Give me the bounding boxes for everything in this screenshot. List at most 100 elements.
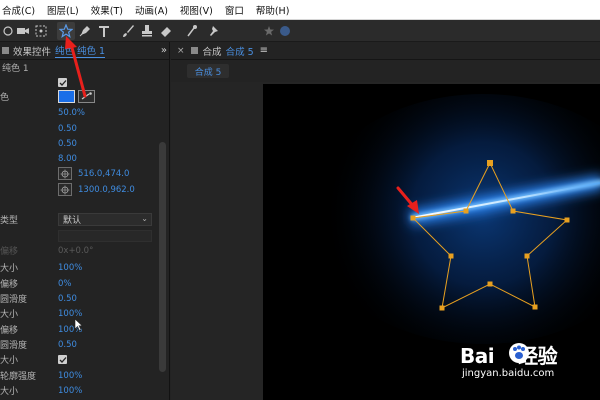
panel-overflow-icon[interactable]: » [161, 45, 167, 56]
menu-window[interactable]: 窗口 [225, 3, 244, 17]
composition-header: × 合成 合成 5 ≡ [171, 42, 600, 60]
point-value[interactable]: 1300.0,962.0 [78, 185, 135, 195]
property-value[interactable]: 0.50 [58, 124, 77, 134]
type-dropdown[interactable]: 默认 ⌄ [58, 213, 152, 226]
property-row: 0.50 [0, 136, 158, 151]
puppet-pin-tool[interactable] [205, 22, 223, 40]
property-value[interactable]: 0% [58, 279, 72, 289]
property-label: 圆滑度 [0, 295, 28, 305]
star-vertex[interactable] [410, 215, 416, 221]
star-vertex[interactable] [510, 208, 516, 214]
glow-halo [308, 94, 600, 344]
star-vertex[interactable] [463, 208, 469, 214]
shape-extra-tool[interactable] [276, 22, 294, 40]
effect-controls-layer-tab[interactable]: 纯色 纯色 1 [55, 43, 106, 58]
property-row: 轮廓强度 100% [0, 368, 158, 383]
property-value[interactable]: 100% [58, 371, 82, 381]
property-value[interactable]: 100% [58, 309, 82, 319]
composition-name[interactable]: 合成 5 [226, 44, 254, 58]
property-value[interactable]: 0.50 [58, 340, 77, 350]
checkmark-icon [59, 79, 66, 86]
property-label: 大小 [0, 387, 19, 397]
pen-tool[interactable] [76, 22, 94, 40]
star-shape-tool[interactable] [57, 22, 75, 40]
type-dropdown-value: 默认 [63, 216, 82, 226]
menu-layer[interactable]: 图层(L) [47, 3, 79, 17]
point-target-button[interactable] [58, 183, 72, 196]
property-row: 大小 [0, 352, 158, 367]
crosshair-icon [60, 169, 70, 178]
roto-brush-tool[interactable] [183, 22, 201, 40]
point-target-button[interactable] [58, 167, 72, 180]
disabled-row [0, 228, 158, 243]
text-tool[interactable] [95, 22, 113, 40]
property-row: 偏移 0% [0, 276, 158, 291]
property-row: 50.0% [0, 105, 158, 120]
composition-title[interactable]: 合成 [203, 44, 222, 58]
panel-scrollbar[interactable] [159, 142, 166, 372]
property-label: 轮廓强度 [0, 372, 37, 382]
property-row: 圆滑度 0.50 [0, 291, 158, 306]
chevron-down-icon: ⌄ [141, 214, 148, 223]
effect-controls-title[interactable]: 效果控件 [13, 44, 51, 58]
eraser-icon [161, 27, 171, 37]
property-value[interactable]: 50.0% [58, 108, 85, 118]
star-icon [264, 26, 274, 36]
circle-gear-icon [280, 26, 290, 36]
menu-help[interactable]: 帮助(H) [256, 3, 290, 17]
property-row: 圆滑度 0.50 [0, 337, 158, 352]
disabled-buttons [58, 229, 152, 242]
menu-view[interactable]: 视图(V) [180, 3, 213, 17]
point-value[interactable]: 516.0,474.0 [78, 169, 129, 179]
property-label: 大小 [0, 356, 19, 366]
type-row: 类型 默认 ⌄ [0, 212, 158, 227]
text-icon [99, 26, 109, 37]
roto-brush-icon [187, 25, 197, 37]
property-value[interactable]: 0.50 [58, 139, 77, 149]
menu-animation[interactable]: 动画(A) [135, 3, 168, 17]
clone-stamp-icon [142, 25, 152, 37]
star-vertex[interactable] [487, 281, 493, 287]
property-checkbox[interactable] [58, 355, 67, 364]
property-label: 圆滑度 [0, 341, 28, 351]
property-value[interactable]: 100% [58, 386, 82, 396]
menu-composition[interactable]: 合成(C) [2, 3, 35, 17]
star-vertex[interactable] [487, 160, 493, 166]
property-value[interactable]: 100% [58, 263, 82, 273]
composition-tab[interactable]: 合成 5 [187, 64, 229, 78]
clone-stamp-tool[interactable] [138, 22, 156, 40]
eyedropper-button[interactable] [78, 89, 95, 103]
watermark-logo-left: Bai [460, 344, 495, 368]
star-vertex[interactable] [439, 305, 445, 311]
eraser-tool[interactable] [157, 22, 175, 40]
star-vertex[interactable] [524, 253, 530, 259]
baidu-watermark: Bai 经验 jingyan.baidu.com [458, 340, 600, 390]
lock-icon[interactable] [2, 47, 9, 54]
brush-icon [123, 25, 134, 37]
menu-bar: 合成(C) 图层(L) 效果(T) 动画(A) 视图(V) 窗口 帮助(H) [0, 0, 600, 20]
effect-controls-panel: 效果控件 纯色 纯色 1 » 纯色 1 色 50.0% 0.50 0.50 8.… [0, 42, 170, 400]
property-value[interactable]: 8.00 [58, 154, 77, 164]
lock-icon[interactable] [190, 47, 198, 54]
star-vertex[interactable] [564, 217, 570, 223]
region-tool[interactable] [32, 22, 50, 40]
property-checkbox[interactable] [58, 78, 67, 87]
property-value[interactable]: 0.50 [58, 294, 77, 304]
property-row: 大小 100% [0, 260, 158, 275]
property-label: 大小 [0, 264, 19, 274]
property-label: 偏移 [0, 326, 19, 336]
layer-name: 纯色 1 [2, 63, 29, 74]
point-row: 1300.0,962.0 [0, 182, 158, 197]
property-label: 大小 [0, 310, 19, 320]
color-swatch[interactable] [58, 89, 75, 103]
property-value: 0x+0.0° [58, 245, 94, 256]
star-vertex[interactable] [448, 253, 454, 259]
menu-effect[interactable]: 效果(T) [91, 3, 123, 17]
panel-menu-icon[interactable]: ≡ [260, 45, 268, 56]
brush-tool[interactable] [119, 22, 137, 40]
effect-controls-header: 效果控件 纯色 纯色 1 » [0, 42, 169, 60]
camera-tool[interactable] [14, 22, 32, 40]
property-row: 8.00 [0, 151, 158, 166]
star-vertex[interactable] [532, 304, 538, 310]
close-icon[interactable]: × [177, 46, 185, 56]
